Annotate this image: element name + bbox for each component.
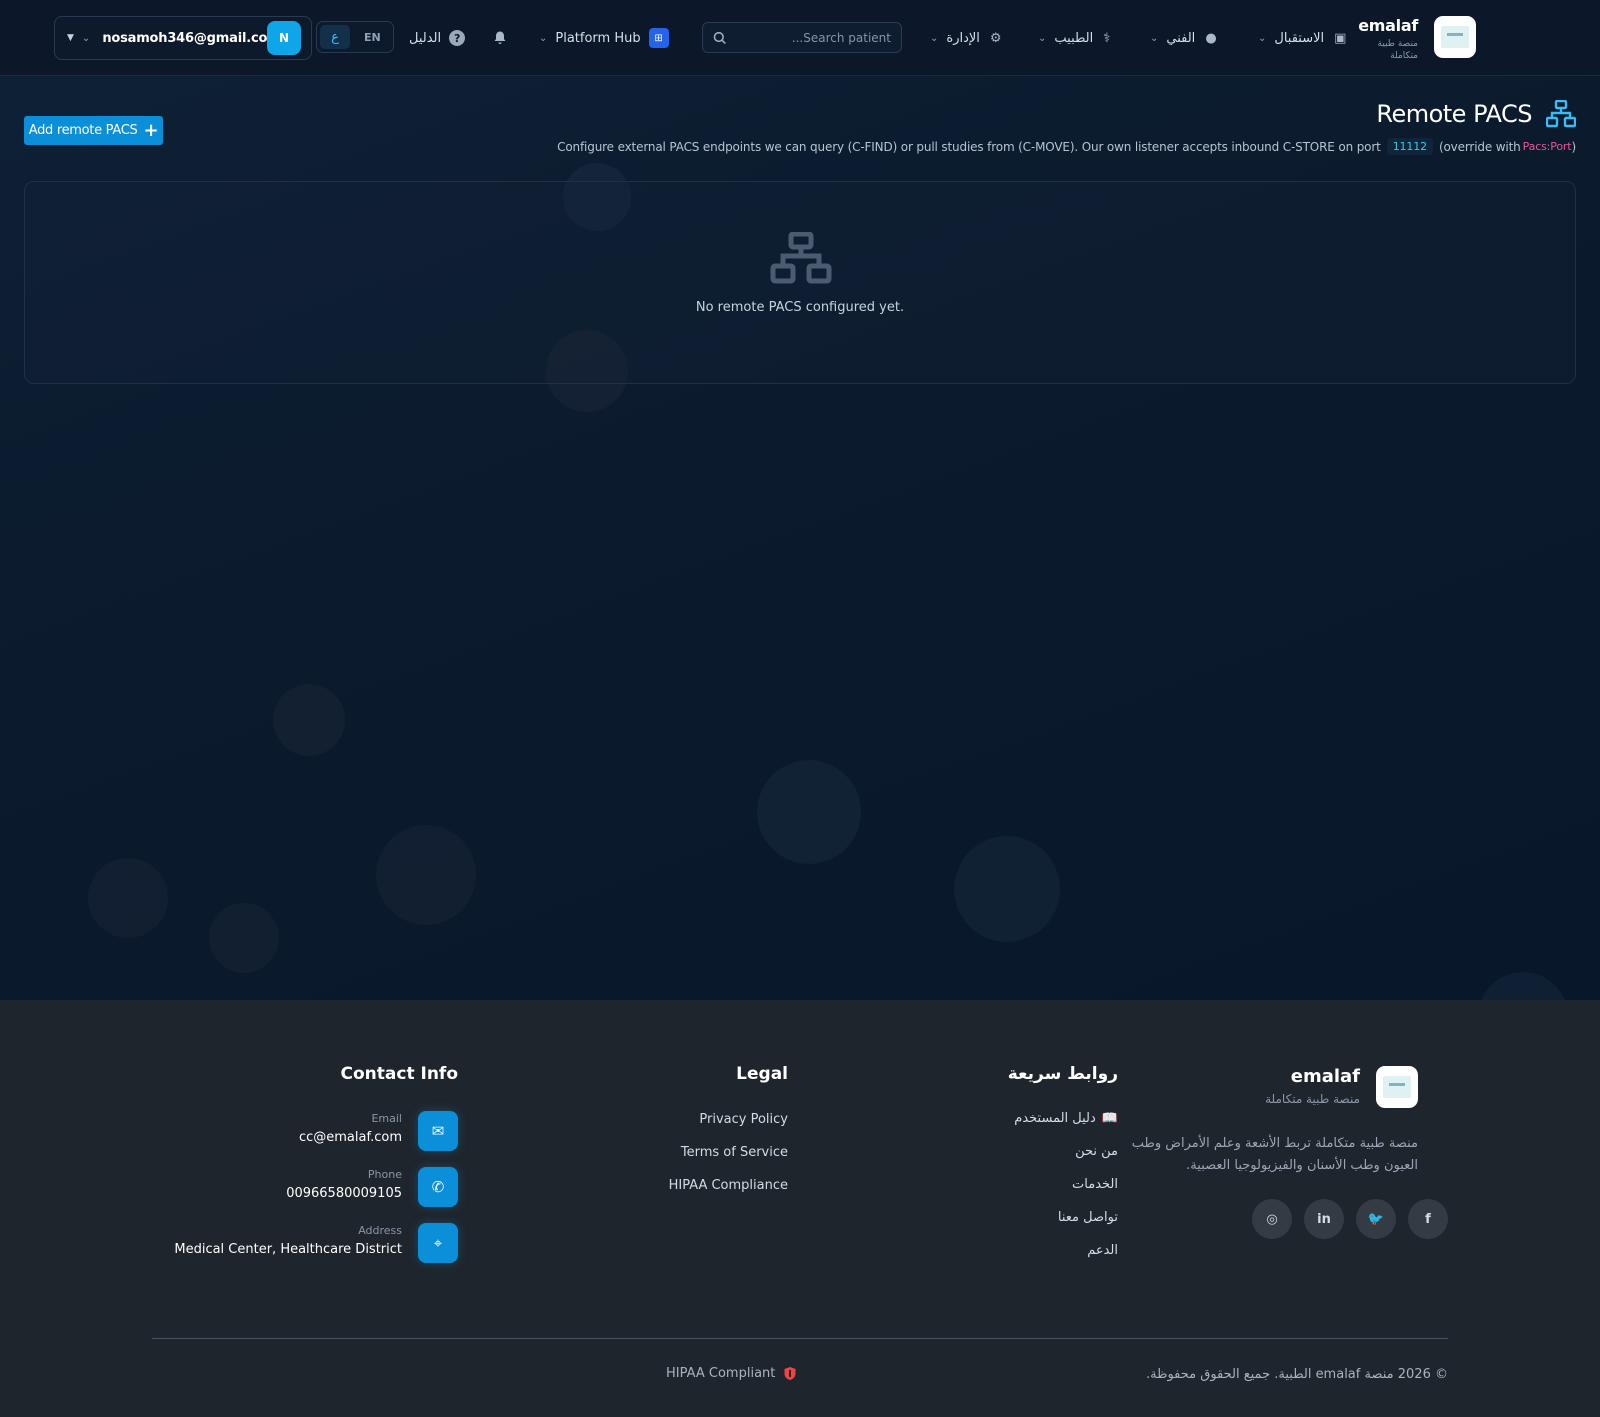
search-icon [713, 31, 726, 44]
footer: emalaf منصة طبية متكاملة منصة طبية متكام… [0, 1000, 1600, 1417]
chevron-down-icon: ⌄ [930, 32, 939, 44]
nav-reception-label: الاستقبال [1274, 30, 1325, 46]
network-icon [770, 232, 832, 284]
chevron-down-icon: ⌄ [1038, 32, 1047, 44]
brand[interactable]: emalaf منصة طبية متكاملة [1358, 14, 1476, 62]
clipboard-check-icon: ▣ [1334, 30, 1347, 46]
network-icon [1546, 100, 1576, 128]
quick-links-title: روابط سريعة [1007, 1064, 1118, 1084]
linkedin-icon[interactable]: in [1304, 1199, 1344, 1239]
contact-email-label: Email [371, 1112, 402, 1125]
bg-bubble [88, 858, 168, 938]
nav-technician-label: الفني [1166, 30, 1196, 46]
footer-link-support[interactable]: الدعم [1087, 1243, 1118, 1258]
platform-hub-menu[interactable]: ⌄ Platform Hub ⊞ [539, 26, 669, 50]
nav-doctor[interactable]: ⌄ الطبيب ⚕ [1038, 26, 1110, 50]
copyright: © 2026 منصة emalaf الطبية. جميع الحقوق م… [1146, 1367, 1448, 1382]
caret-down-icon: ▼ [67, 33, 74, 43]
footer-link-terms[interactable]: Terms of Service [681, 1145, 788, 1160]
lang-en-button[interactable]: EN [364, 31, 381, 44]
footer-logo [1376, 1066, 1418, 1108]
page-description: Configure external PACS endpoints we can… [557, 138, 1576, 155]
chevron-down-icon: ⌄ [539, 32, 548, 44]
override-prefix: (override with [1438, 139, 1521, 154]
avatar[interactable]: N [267, 21, 301, 55]
user-email: nosamoh346@gmail.com [102, 30, 281, 46]
facebook-icon[interactable]: f [1408, 1199, 1448, 1239]
shield-icon [784, 1367, 796, 1380]
page-title: Remote PACS [1376, 100, 1532, 128]
override-suffix: ) [1571, 139, 1576, 154]
guide-label: الدليل [409, 30, 442, 46]
chevron-down-icon: ⌄ [1258, 32, 1267, 44]
twitter-icon[interactable]: 🐦 [1356, 1199, 1396, 1239]
contact-phone[interactable]: 00966580009105 [286, 1186, 402, 1201]
bg-bubble [954, 836, 1060, 942]
footer-link-hipaa[interactable]: HIPAA Compliance [669, 1178, 788, 1193]
hospital-icon: ⊞ [648, 28, 669, 48]
bg-bubble [209, 903, 279, 973]
brand-name: emalaf [1358, 16, 1418, 35]
envelope-icon: ✉ [418, 1111, 458, 1151]
nav-admin[interactable]: ⌄ الإدارة ⚙ [930, 26, 1002, 50]
help-icon: ? [449, 30, 466, 46]
book-icon: 📖 [1101, 1111, 1118, 1126]
empty-state-card: No remote PACS configured yet. [24, 181, 1576, 384]
contact-phone-label: Phone [367, 1168, 402, 1181]
footer-link-contact[interactable]: تواصل معنا [1058, 1210, 1118, 1225]
bg-bubble [757, 760, 861, 864]
contact-address: Medical Center, Healthcare District [174, 1242, 402, 1257]
brand-tagline: منصة طبية متكاملة [1377, 39, 1418, 61]
phone-icon: ✆ [418, 1167, 458, 1207]
brand-logo [1434, 16, 1476, 58]
bg-bubble [376, 825, 476, 925]
patient-search [702, 22, 902, 53]
add-remote-pacs-label: Add remote PACS [28, 123, 138, 138]
contact-title: Contact Info [340, 1064, 458, 1084]
instagram-icon[interactable]: ◎ [1252, 1199, 1292, 1239]
legal-title: Legal [736, 1064, 788, 1084]
nav-doctor-label: الطبيب [1054, 30, 1094, 46]
top-navbar: ▼ ⌄ nosamoh346@gmail.com N ع EN الدليل ?… [0, 0, 1600, 76]
footer-link-privacy[interactable]: Privacy Policy [699, 1112, 788, 1127]
port-badge: 11112 [1386, 138, 1433, 155]
guide-link[interactable]: الدليل ? [409, 26, 466, 50]
gear-icon: ⚙ [989, 30, 1002, 46]
user-menu[interactable]: ▼ ⌄ nosamoh346@gmail.com N [54, 16, 312, 60]
footer-link-services[interactable]: الخدمات [1072, 1177, 1118, 1192]
contact-address-label: Address [358, 1224, 402, 1237]
empty-state-message: No remote PACS configured yet. [695, 300, 905, 315]
description-text: Configure external PACS endpoints we can… [557, 139, 1381, 154]
platform-hub-label: Platform Hub [555, 30, 641, 46]
plus-icon: + [143, 119, 159, 141]
add-remote-pacs-button[interactable]: Add remote PACS + [24, 116, 163, 145]
footer-link-about[interactable]: من نحن [1075, 1144, 1118, 1159]
hipaa-badge: HIPAA Compliant [666, 1366, 797, 1381]
footer-brand-tagline: منصة طبية متكاملة [1265, 1092, 1360, 1106]
bg-bubble [1478, 972, 1568, 1000]
user-tie-icon: ● [1205, 30, 1217, 46]
map-pin-icon: ⌖ [418, 1223, 458, 1263]
bell-icon [494, 31, 506, 44]
lang-ar-button[interactable]: ع [320, 25, 350, 49]
hipaa-badge-label: HIPAA Compliant [666, 1366, 776, 1381]
page-header: Remote PACS [1376, 100, 1576, 128]
nav-technician[interactable]: ⌄ الفني ● [1150, 26, 1217, 50]
language-switcher: ع EN [316, 21, 394, 53]
notifications-button[interactable] [492, 26, 508, 50]
search-input[interactable] [736, 30, 891, 45]
bg-bubble [273, 684, 345, 756]
override-key: Pacs:Port [1522, 140, 1572, 153]
nav-admin-label: الإدارة [946, 30, 980, 46]
footer-divider [152, 1338, 1448, 1339]
footer-brand-name: emalaf [1290, 1066, 1360, 1087]
stethoscope-icon: ⚕ [1103, 30, 1111, 46]
footer-link-user-guide[interactable]: دليل المستخدم 📖 [1014, 1111, 1118, 1126]
chevron-down-icon: ⌄ [1150, 32, 1159, 44]
contact-email[interactable]: cc@emalaf.com [299, 1130, 402, 1145]
footer-link-label: دليل المستخدم [1014, 1111, 1096, 1126]
footer-description: منصة طبية متكاملة تربط الأشعة وعلم الأمر… [1131, 1136, 1418, 1173]
chevron-down-icon: ⌄ [81, 32, 91, 44]
nav-reception[interactable]: ⌄ الاستقبال ▣ [1258, 26, 1346, 50]
